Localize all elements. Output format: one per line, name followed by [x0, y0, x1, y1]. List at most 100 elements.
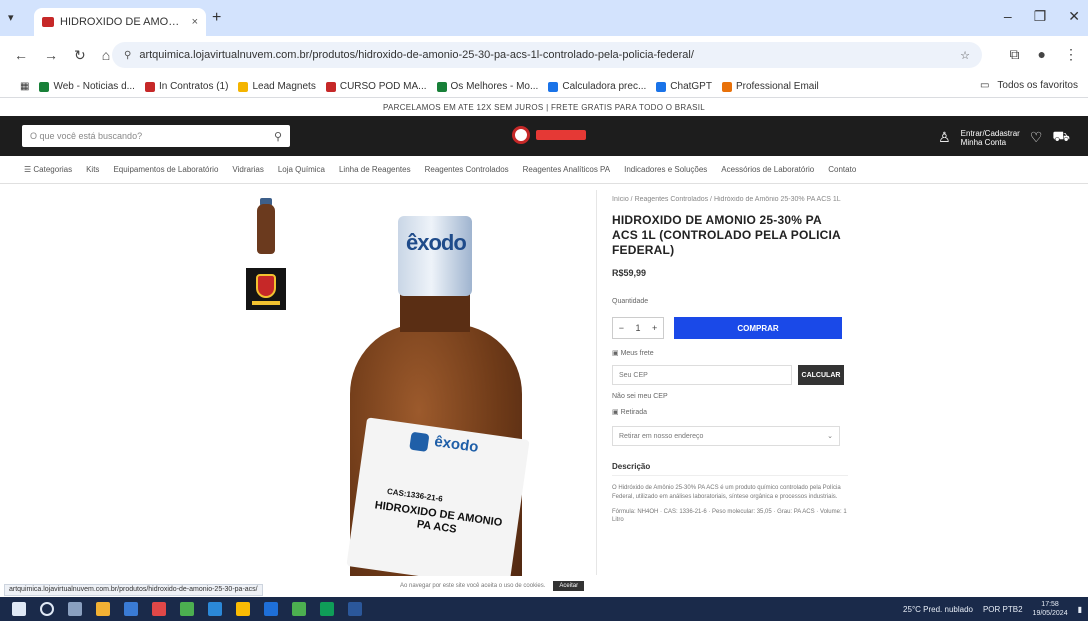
app-icon[interactable]: [152, 602, 166, 616]
clock[interactable]: 17:58 19/05/2024: [1033, 600, 1068, 618]
pickup-option[interactable]: ▣ Retirada: [612, 408, 848, 416]
bookmark-favicon-icon: [39, 81, 50, 92]
thumbnail-bottle[interactable]: [246, 196, 286, 258]
bookmark-item[interactable]: Calculadora prec...: [548, 81, 646, 92]
cookie-accept-button[interactable]: Aceitar: [553, 581, 585, 591]
bookmark-item[interactable]: Web - Noticias d...: [39, 81, 135, 92]
url-input[interactable]: ⚲ artquimica.lojavirtualnuvem.com.br/pro…: [112, 42, 982, 68]
search-icon[interactable]: [40, 602, 54, 616]
bookmark-favicon-icon: [656, 81, 667, 92]
minus-icon[interactable]: −: [619, 323, 624, 333]
thumbnail-badge[interactable]: [246, 268, 286, 310]
buy-button[interactable]: COMPRAR: [674, 317, 842, 339]
promo-banner: PARCELAMOS EM ATE 12X SEM JUROS | FRETE …: [382, 102, 706, 112]
menu-icon[interactable]: ⋮: [1064, 46, 1078, 63]
site-logo[interactable]: [512, 126, 586, 144]
language-indicator[interactable]: POR PTB2: [983, 605, 1023, 614]
category-item[interactable]: Vidrarias: [232, 165, 263, 174]
reload-icon[interactable]: ↻: [74, 47, 86, 64]
extensions-icon[interactable]: ⧉: [1010, 46, 1020, 63]
whatsapp-icon[interactable]: [292, 602, 306, 616]
file-explorer-icon[interactable]: [96, 602, 110, 616]
bookmark-favicon-icon: [548, 81, 559, 92]
category-item[interactable]: Linha de Reagentes: [339, 165, 411, 174]
description-specs: Fórmula: NH4OH · CAS: 1336-21-6 · Peso m…: [612, 509, 847, 523]
account-link[interactable]: Entrar/Cadastrar Minha Conta: [961, 129, 1020, 147]
app-icon[interactable]: [180, 602, 194, 616]
category-item[interactable]: Kits: [86, 165, 99, 174]
calculate-shipping-button[interactable]: CALCULAR: [798, 365, 844, 385]
edge-icon[interactable]: [124, 602, 138, 616]
apps-icon[interactable]: ▦: [20, 81, 29, 92]
quantity-stepper[interactable]: − 1 +: [612, 317, 664, 339]
category-item[interactable]: Contato: [828, 165, 856, 174]
label-brand: êxodo: [433, 433, 480, 456]
product-price: R$59,99: [612, 268, 647, 278]
bookmark-item[interactable]: CURSO POD MA...: [325, 81, 427, 92]
home-icon[interactable]: ⌂: [102, 47, 110, 64]
folder-icon: ▭: [979, 80, 990, 91]
category-item[interactable]: Reagentes Controlados: [425, 165, 509, 174]
system-tray: 25°C Pred. nublado POR PTB2 17:58 19/05/2…: [903, 600, 1082, 618]
store-app-icon[interactable]: [208, 602, 222, 616]
browser-tab[interactable]: HIDROXIDO DE AMONIO 25-3 ×: [34, 8, 206, 36]
close-icon[interactable]: ✕: [1068, 8, 1080, 25]
back-icon[interactable]: ←: [14, 47, 28, 64]
start-icon[interactable]: [12, 602, 26, 616]
maximize-icon[interactable]: ❐: [1034, 8, 1047, 25]
os-taskbar: 25°C Pred. nublado POR PTB2 17:58 19/05/2…: [0, 597, 1088, 621]
bottle-cap: êxodo: [398, 216, 472, 296]
product-info: Início / Reagentes Controlados / Hidróxi…: [612, 196, 848, 524]
tab-close-button[interactable]: ×: [192, 16, 198, 28]
cookie-banner: Ao navegar por este site você aceita o u…: [400, 581, 585, 591]
notifications-icon[interactable]: ▮: [1078, 605, 1082, 614]
tab-search-icon[interactable]: ▾: [8, 11, 14, 24]
forward-icon[interactable]: →: [44, 47, 58, 64]
outlook-icon[interactable]: [348, 602, 362, 616]
all-bookmarks-button[interactable]: ▭ Todos os favoritos: [979, 80, 1078, 91]
bookmark-star-icon[interactable]: ☆: [960, 49, 970, 62]
chrome-icon[interactable]: [236, 602, 250, 616]
category-item[interactable]: Acessórios de Laboratório: [721, 165, 814, 174]
wishlist-icon[interactable]: ♡: [1030, 129, 1043, 146]
description-heading: Descrição: [612, 462, 848, 476]
category-item[interactable]: Indicadores e Soluções: [624, 165, 707, 174]
category-item[interactable]: ☰ Categorias: [24, 165, 72, 174]
bookmark-item[interactable]: Lead Magnets: [238, 81, 316, 92]
word-icon[interactable]: [264, 602, 278, 616]
product-main-image[interactable]: êxodo êxodo CAS:1336-21-6 HIDROXIDO DE A…: [322, 196, 582, 576]
bookmark-item[interactable]: Professional Email: [721, 81, 819, 92]
cart-icon[interactable]: ⛟: [1052, 128, 1070, 147]
cep-field[interactable]: [612, 365, 792, 385]
bookmark-item[interactable]: Os Melhores - Mo...: [436, 81, 538, 92]
task-view-icon[interactable]: [68, 602, 82, 616]
bookmark-favicon-icon: [325, 81, 336, 92]
logo-emblem-icon: [512, 126, 530, 144]
not-know-cep-link[interactable]: Não sei meu CEP: [612, 393, 848, 400]
site-info-icon[interactable]: ⚲: [124, 50, 131, 61]
breadcrumb[interactable]: Início / Reagentes Controlados / Hidróxi…: [612, 196, 848, 203]
user-icon[interactable]: ♙: [938, 129, 951, 146]
bookmark-item[interactable]: ChatGPT: [656, 81, 712, 92]
site-search-input[interactable]: O que você está buscando? ⚲: [22, 125, 290, 147]
weather-widget[interactable]: 25°C Pred. nublado: [903, 605, 973, 614]
quantity-label: Quantidade: [612, 298, 649, 305]
plus-icon[interactable]: +: [652, 323, 657, 333]
window-controls: – ❐ ✕: [1004, 8, 1080, 25]
minimize-icon[interactable]: –: [1004, 8, 1012, 25]
cookie-text: Ao navegar por este site você aceita o u…: [400, 583, 546, 589]
new-tab-button[interactable]: +: [212, 9, 221, 27]
thumb-body: [257, 204, 275, 254]
pickup-select[interactable]: Retirar em nosso endereço ⌄: [612, 426, 840, 446]
profile-icon[interactable]: ●: [1038, 46, 1046, 63]
category-item[interactable]: Reagentes Analíticos PA: [523, 165, 610, 174]
category-item[interactable]: Equipamentos de Laboratório: [113, 165, 218, 174]
column-divider: [596, 190, 597, 575]
category-item[interactable]: Loja Química: [278, 165, 325, 174]
thumb-stripe: [252, 301, 280, 305]
quantity-value: 1: [635, 323, 641, 333]
bottle-neck: [400, 292, 470, 332]
bookmark-item[interactable]: In Contratos (1): [144, 81, 228, 92]
search-icon[interactable]: ⚲: [274, 130, 282, 143]
excel-icon[interactable]: [320, 602, 334, 616]
